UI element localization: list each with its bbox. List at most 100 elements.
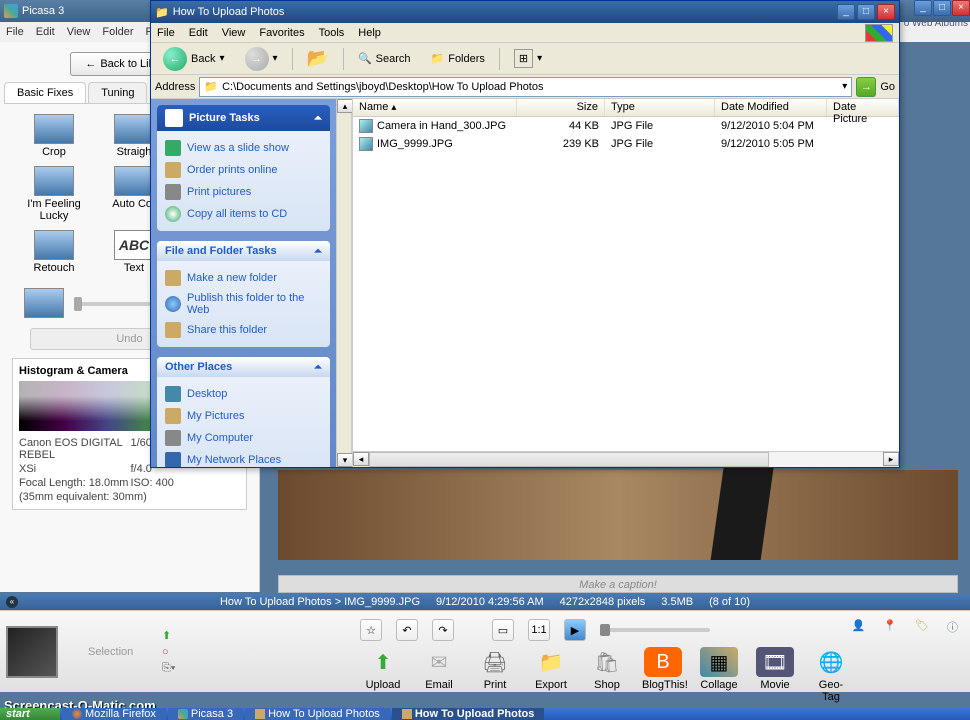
horizontal-scrollbar[interactable]: ◂ ▸ <box>353 451 899 467</box>
taskbar-item-folder2[interactable]: How To Upload Photos <box>392 708 545 720</box>
tab-tuning[interactable]: Tuning <box>88 82 147 103</box>
slideshow-button[interactable]: ▶ <box>564 619 586 641</box>
record-icon[interactable]: ○ <box>162 646 175 658</box>
export-button[interactable]: 📁Export <box>530 647 572 703</box>
task-print[interactable]: Print pictures <box>165 181 322 203</box>
picture-tasks-header[interactable]: 🖼Picture Tasks ⏶ <box>157 105 330 131</box>
collapse-icon[interactable]: « <box>6 596 18 608</box>
task-slideshow[interactable]: View as a slide show <box>165 137 322 159</box>
caption-input[interactable]: Make a caption! <box>278 575 958 593</box>
search-button[interactable]: 🔍Search <box>350 46 419 72</box>
taskbar-item-folder1[interactable]: How To Upload Photos <box>245 708 390 720</box>
col-type[interactable]: Type <box>605 99 715 116</box>
fit-button[interactable]: ▭ <box>492 619 514 641</box>
bg-maximize-button[interactable]: □ <box>933 0 951 16</box>
menu-favorites[interactable]: Favorites <box>259 27 304 39</box>
scroll-right-icon[interactable]: ▸ <box>883 452 899 466</box>
menu-tools[interactable]: Tools <box>319 27 345 39</box>
close-button[interactable]: × <box>877 4 895 20</box>
file-row[interactable]: Camera in Hand_300.JPG 44 KB JPG File 9/… <box>353 117 899 135</box>
tab-basic-fixes[interactable]: Basic Fixes <box>4 82 86 103</box>
col-date[interactable]: Date Modified <box>715 99 827 116</box>
person-icon[interactable]: 👤 <box>852 619 866 635</box>
windows-flag-icon[interactable] <box>865 24 893 42</box>
pin-green-icon[interactable]: ⬆ <box>162 629 175 642</box>
col-size[interactable]: Size <box>517 99 605 116</box>
zoom-slider[interactable] <box>600 628 710 632</box>
info-icon[interactable]: ⓘ <box>947 619 958 635</box>
bg-minimize-button[interactable]: _ <box>914 0 932 16</box>
onetoone-button[interactable]: 1:1 <box>528 619 550 641</box>
go-button[interactable]: → <box>856 77 876 97</box>
chevron-down-icon[interactable]: ▾ <box>842 81 847 92</box>
menu-edit[interactable]: Edit <box>189 27 208 39</box>
up-button[interactable]: 📂 <box>299 46 337 72</box>
place-desktop[interactable]: Desktop <box>165 383 322 405</box>
small-actions-row: ☆ ↶ ↷ ▭ 1:1 ▶ <box>360 619 710 641</box>
upload-button[interactable]: ⬆Upload <box>362 647 404 703</box>
col-date-picture[interactable]: Date Picture <box>827 99 899 116</box>
file-row[interactable]: IMG_9999.JPG 239 KB JPG File 9/12/2010 5… <box>353 135 899 153</box>
task-new-folder[interactable]: Make a new folder <box>165 267 322 289</box>
scroll-thumb[interactable] <box>369 452 769 467</box>
scroll-up-icon[interactable]: ▴ <box>337 99 353 113</box>
scroll-left-icon[interactable]: ◂ <box>353 452 369 466</box>
globe-icon <box>165 296 181 312</box>
menu-help[interactable]: Help <box>358 27 381 39</box>
maximize-button[interactable]: □ <box>857 4 875 20</box>
blogthis-button[interactable]: BBlogThis! <box>642 647 684 703</box>
print-button[interactable]: 🖨Print <box>474 647 516 703</box>
explorer-titlebar[interactable]: 📁 How To Upload Photos _ □ × <box>151 1 899 23</box>
task-share-folder[interactable]: Share this folder <box>165 319 322 341</box>
other-places-header[interactable]: Other Places ⏶ <box>157 357 330 377</box>
menu-file[interactable]: File <box>157 27 175 39</box>
menu-view[interactable]: View <box>67 26 91 38</box>
tool-feeling-lucky[interactable]: I'm Feeling Lucky <box>24 166 84 222</box>
place-network[interactable]: My Network Places <box>165 449 322 467</box>
task-copy-cd[interactable]: Copy all items to CD <box>165 203 322 225</box>
place-my-computer[interactable]: My Computer <box>165 427 322 449</box>
views-button[interactable]: ⊞▾ <box>506 46 550 72</box>
collage-button[interactable]: ▦Collage <box>698 647 740 703</box>
location-pin-icon[interactable]: 📍 <box>883 619 897 635</box>
shop-button[interactable]: 🛍Shop <box>586 647 628 703</box>
scroll-down-icon[interactable]: ▾ <box>337 453 353 467</box>
start-button[interactable]: start <box>0 708 60 720</box>
taskbar-item-firefox[interactable]: Mozilla Firefox <box>62 708 166 720</box>
side-scrollbar[interactable]: ▴ ▾ <box>336 99 352 467</box>
bg-close-button[interactable]: × <box>952 0 970 16</box>
status-dims: 4272x2848 pixels <box>560 596 646 608</box>
menu-edit[interactable]: Edit <box>36 26 55 38</box>
tool-crop[interactable]: Crop <box>24 114 84 158</box>
photo-preview <box>278 470 958 560</box>
file-tasks-header[interactable]: File and Folder Tasks ⏶ <box>157 241 330 261</box>
star-button[interactable]: ☆ <box>360 619 382 641</box>
rotate-left-button[interactable]: ↶ <box>396 619 418 641</box>
place-my-pictures[interactable]: My Pictures <box>165 405 322 427</box>
menu-file[interactable]: File <box>6 26 24 38</box>
status-size: 3.5MB <box>661 596 693 608</box>
email-button[interactable]: ✉Email <box>418 647 460 703</box>
web-albums-link[interactable]: o Web Albums <box>904 18 968 29</box>
clear-tray-icon[interactable]: ⎘▾ <box>162 662 175 675</box>
tool-retouch[interactable]: Retouch <box>24 230 84 274</box>
address-input[interactable]: 📁 C:\Documents and Settings\jboyd\Deskto… <box>199 77 852 97</box>
back-button[interactable]: ← Back ▾ <box>155 46 233 72</box>
tag-icon[interactable]: 🏷 <box>915 619 929 635</box>
task-publish-web[interactable]: Publish this folder to the Web <box>165 289 322 319</box>
minimize-button[interactable]: _ <box>837 4 855 20</box>
collapse-icon: ⏶ <box>314 246 322 257</box>
menu-folder[interactable]: Folder <box>102 26 133 38</box>
tray-thumbnail[interactable] <box>6 626 58 678</box>
geotag-button[interactable]: 🌐Geo-Tag <box>810 647 852 703</box>
taskbar-item-picasa[interactable]: Picasa 3 <box>168 708 243 720</box>
forward-button[interactable]: → ▾ <box>237 46 286 72</box>
folders-button[interactable]: 📁Folders <box>423 46 493 72</box>
col-name[interactable]: Name ▴ <box>353 99 517 116</box>
task-order-prints[interactable]: Order prints online <box>165 159 322 181</box>
tool-thumb-extra[interactable] <box>24 288 64 318</box>
status-path: How To Upload Photos > IMG_9999.JPG <box>220 596 420 608</box>
rotate-right-button[interactable]: ↷ <box>432 619 454 641</box>
menu-view[interactable]: View <box>222 27 246 39</box>
movie-button[interactable]: 🎞Movie <box>754 647 796 703</box>
